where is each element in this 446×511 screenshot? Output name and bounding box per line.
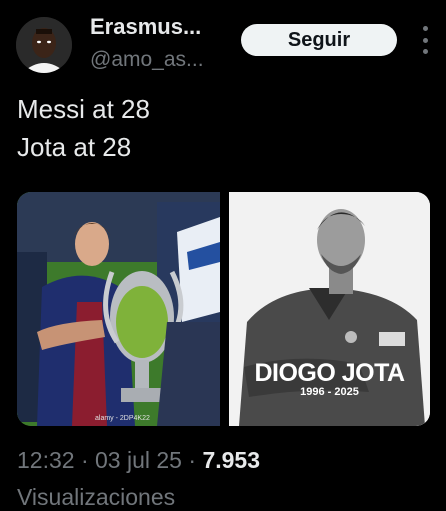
- tweet-media: alamy - 2DP4K22 DIOGO JOTA 1996 - 2025: [17, 192, 430, 426]
- follow-button[interactable]: Seguir: [241, 24, 397, 56]
- tweet-line: Jota at 28: [17, 132, 132, 162]
- tribute-years: 1996 - 2025: [300, 386, 359, 398]
- views-label: Visualizaciones: [17, 484, 176, 510]
- tweet-text: Messi at 28 Jota at 28: [17, 90, 150, 166]
- display-name[interactable]: Erasmus...: [90, 14, 201, 40]
- views-count: 7.953: [202, 447, 260, 473]
- avatar-image: [16, 17, 72, 73]
- more-options-icon[interactable]: [414, 26, 436, 54]
- avatar[interactable]: [16, 17, 72, 73]
- jota-photo[interactable]: DIOGO JOTA 1996 - 2025: [229, 192, 430, 426]
- image-watermark: alamy - 2DP4K22: [95, 415, 150, 422]
- tweet-date[interactable]: 03 jul 25: [95, 447, 182, 473]
- user-handle[interactable]: @amo_as...: [90, 48, 204, 72]
- tweet-time[interactable]: 12:32: [17, 447, 75, 473]
- meta-separator: ·: [80, 447, 89, 473]
- tribute-caption: DIOGO JOTA 1996 - 2025: [229, 360, 430, 398]
- tweet-line: Messi at 28: [17, 94, 150, 124]
- tribute-name: DIOGO JOTA: [254, 359, 405, 387]
- messi-photo[interactable]: alamy - 2DP4K22: [17, 192, 220, 426]
- meta-separator: ·: [188, 447, 197, 473]
- messi-trophy-image: [17, 192, 220, 426]
- tweet-meta: 12:32 · 03 jul 25 · 7.953: [17, 447, 260, 474]
